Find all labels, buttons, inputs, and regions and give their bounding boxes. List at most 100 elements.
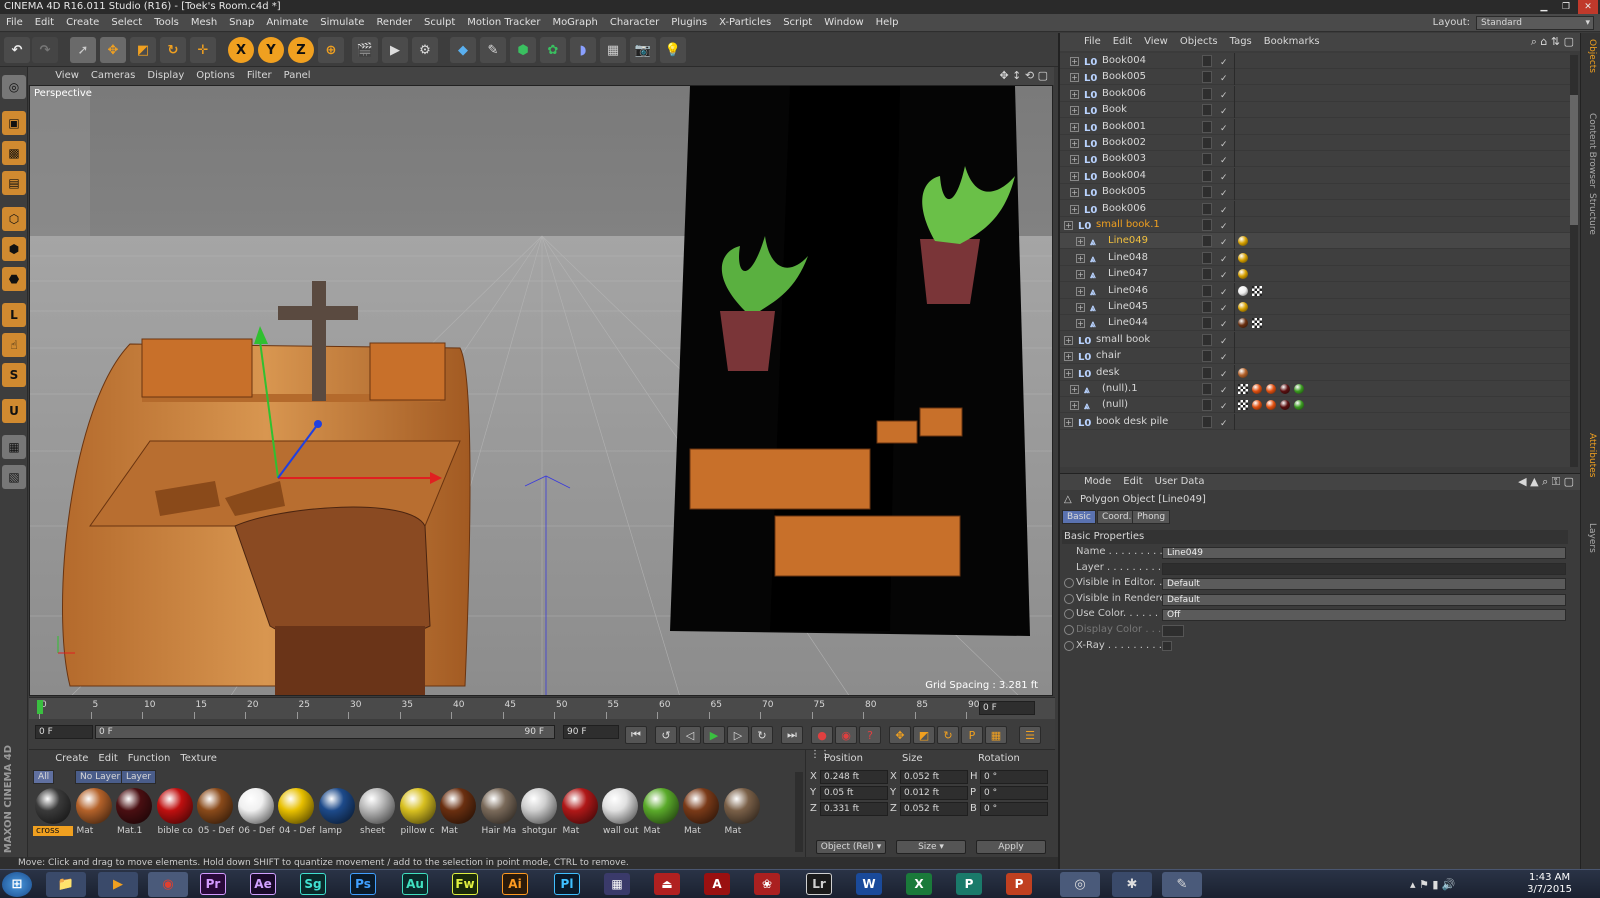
expand-toggle-icon[interactable]: + [1070,188,1079,198]
visibility-dots-icon[interactable] [1202,235,1212,248]
menu-item-mesh[interactable]: Mesh [185,14,223,32]
attribute-tab-coord[interactable]: Coord. [1097,510,1137,524]
animation-radio-icon[interactable] [1064,609,1074,620]
material-swatch[interactable]: Mat [681,786,721,844]
material-tag-icon[interactable] [1266,400,1276,411]
visibility-dots-icon[interactable] [1202,219,1212,231]
side-tab-structure[interactable]: Structure [1583,193,1597,235]
attribute-value-field[interactable] [1162,562,1566,575]
size-y-field[interactable]: 0.012 ft [900,786,968,800]
menu-item-sculpt[interactable]: Sculpt [418,14,461,32]
object-row[interactable]: + L0 desk ✓ [1060,364,1570,381]
visibility-dots-icon[interactable] [1202,383,1212,395]
expand-toggle-icon[interactable]: + [1070,139,1079,148]
maximize-button[interactable]: ❐ [1556,0,1576,14]
object-row[interactable]: + L0 Book003 ✓ [1060,151,1570,168]
points-mode-icon[interactable]: ⬡ [2,207,26,231]
timeline-ruler[interactable]: 0 5 10 15 20 25 30 35 40 45 50 55 60 65 70 75 80 85 90 0 F [29,697,1055,720]
visibility-dots-icon[interactable] [1202,71,1212,84]
menu-item-snap[interactable]: Snap [223,14,260,32]
expand-toggle-icon[interactable]: + [1076,253,1085,263]
object-row[interactable]: + ⩓ (null).1 ✓ [1060,381,1570,397]
object-row[interactable]: + L0 Book006 ✓ [1060,200,1570,217]
object-row[interactable]: + ⩓ Line048 ✓ [1060,249,1570,266]
viewport-navigation-icons[interactable]: ✥ ↕ ⟲ ▢ [999,67,1048,85]
menu-item-mograph[interactable]: MoGraph [546,14,603,32]
object-row[interactable]: + L0 small book.1 ✓ [1060,217,1570,233]
paint-app-icon[interactable]: ✎ [1162,872,1202,897]
keyframe-selection-icon[interactable]: ? [859,726,881,744]
menu-item-edit[interactable]: Edit [29,14,60,32]
key-pla-icon[interactable]: ▦ [985,726,1007,744]
texture-mode-icon[interactable]: ▩ [2,141,26,165]
menu-item-help[interactable]: Help [870,14,905,32]
floor-icon[interactable]: ▦ [600,37,626,63]
material-menu-create[interactable]: Create [50,750,93,768]
character-app-icon[interactable]: ✱ [1112,872,1152,897]
publisher-icon[interactable]: P [956,873,982,895]
object-manager-nav-icons[interactable]: ⌕ ⌂ ⇅ ▢ [1531,33,1574,51]
acrobat-icon[interactable]: ⏏ [654,873,680,895]
lock-workplane-icon[interactable]: ▦ [2,435,26,459]
material-menu-texture[interactable]: Texture [175,750,222,768]
animation-radio-icon[interactable] [1064,578,1074,589]
spline-pen-icon[interactable]: ✎ [480,37,506,63]
viewport-menu-cameras[interactable]: Cameras [85,67,141,85]
excel-icon[interactable]: X [906,873,932,895]
attribute-value-field[interactable]: Line049 [1162,547,1566,559]
file-explorer-icon[interactable]: 📁 [46,872,86,897]
key-parameter-icon[interactable]: P [961,726,983,744]
expand-toggle-icon[interactable]: + [1070,73,1079,83]
object-row[interactable]: + L0 Book ✓ [1060,102,1570,119]
attribute-menu-mode[interactable]: Mode [1078,474,1117,490]
object-row[interactable]: + ⩓ Line049 ✓ [1060,233,1570,250]
move-tool-icon[interactable]: ✥ [100,37,126,63]
tweak-mode-icon[interactable]: ☝ [2,333,26,357]
object-row[interactable]: + L0 Book006 ✓ [1060,85,1570,102]
expand-toggle-icon[interactable]: + [1064,417,1073,427]
viewport-menu-panel[interactable]: Panel [278,67,317,85]
material-swatch[interactable]: cross [33,786,73,844]
record-active-icon[interactable]: ● [811,726,833,744]
material-swatch[interactable]: bible co [155,786,195,844]
visibility-dots-icon[interactable] [1202,366,1212,379]
object-row[interactable]: + L0 chair ✓ [1060,348,1570,365]
expand-toggle-icon[interactable]: + [1070,122,1079,132]
perspective-viewport[interactable]: Perspective Grid Spacing : 3.281 ft [29,85,1053,696]
object-row[interactable]: + L0 Book005 ✓ [1060,69,1570,86]
material-tab-layer[interactable]: Layer [121,770,157,784]
frame-range-slider[interactable]: 0 F 90 F [95,725,555,739]
visibility-dots-icon[interactable] [1202,301,1212,313]
attribute-value-field[interactable]: Default [1162,578,1566,591]
visibility-dots-icon[interactable] [1202,333,1212,346]
axis-x-button[interactable]: X [228,37,254,63]
visibility-dots-icon[interactable] [1202,251,1212,264]
menu-item-animate[interactable]: Animate [260,14,314,32]
visibility-dots-icon[interactable] [1202,169,1212,182]
material-tag-icon[interactable] [1238,285,1248,296]
redo-icon[interactable]: ↷ [32,37,58,63]
side-tab-content-browser[interactable]: Content Browser [1583,113,1597,188]
position-z-field[interactable]: 0.331 ft [820,802,888,816]
object-menu-tags[interactable]: Tags [1224,33,1258,51]
material-tag-icon[interactable] [1266,384,1276,394]
menu-item-plugins[interactable]: Plugins [665,14,713,32]
size-x-field[interactable]: 0.052 ft [900,770,968,784]
material-tag-icon[interactable] [1294,384,1304,394]
object-menu-objects[interactable]: Objects [1174,33,1224,51]
expand-toggle-icon[interactable]: + [1070,401,1079,411]
object-row[interactable]: + L0 small book ✓ [1060,331,1570,348]
attribute-value-field[interactable]: Off [1162,609,1566,622]
material-tag-icon[interactable] [1252,384,1262,394]
menu-item-select[interactable]: Select [105,14,148,32]
select-arrow-icon[interactable]: ➚ [70,37,96,63]
material-swatch[interactable]: Mat [722,786,762,844]
material-tag-icon[interactable] [1238,367,1248,378]
polygons-mode-icon[interactable]: ⬣ [2,267,26,291]
material-swatch[interactable]: Mat [641,786,681,844]
material-tag-icon[interactable] [1280,400,1290,411]
visibility-dots-icon[interactable] [1202,186,1212,199]
taskbar-app-ai[interactable]: Ai [502,873,528,895]
clock[interactable]: 1:43 AM 3/7/2015 [1527,872,1572,896]
object-menu-edit[interactable]: Edit [1107,33,1138,51]
